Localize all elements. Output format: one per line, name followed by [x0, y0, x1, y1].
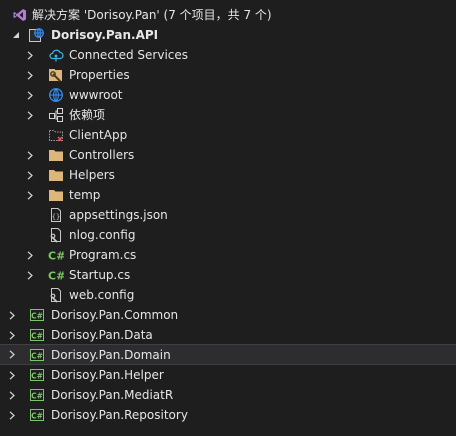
folder-icon [48, 167, 64, 183]
tree-item-label: Helpers [69, 168, 115, 182]
csharp-project-icon: C# [29, 347, 45, 363]
chevron-right-icon[interactable] [25, 110, 35, 120]
tree-item-nlog-config[interactable]: nlog.config [0, 225, 456, 245]
solution-explorer-tree: 解决方案 'Dorisoy.Pan' (7 个项目，共 7 个) Dorisoy… [0, 0, 456, 436]
chevron-right-icon[interactable] [25, 170, 35, 180]
csharp-file-icon: C# [48, 247, 64, 263]
svg-text:C#: C# [31, 411, 43, 420]
chevron-right-icon[interactable] [7, 410, 17, 420]
tree-item-label: nlog.config [69, 228, 136, 242]
tree-item-label: Properties [69, 68, 130, 82]
chevron-right-icon[interactable] [25, 190, 35, 200]
project-node-mediatr[interactable]: C# Dorisoy.Pan.MediatR [0, 385, 456, 405]
tree-item-label: Startup.cs [69, 268, 131, 282]
tree-item-label: temp [69, 188, 101, 202]
csharp-project-icon: C# [29, 387, 45, 403]
properties-wrench-icon [48, 67, 64, 83]
globe-icon [48, 87, 64, 103]
svg-text:C#: C# [31, 351, 43, 360]
project-node-repository[interactable]: C# Dorisoy.Pan.Repository [0, 405, 456, 425]
svg-text:{}: {} [52, 213, 60, 221]
json-file-icon: {} [48, 207, 64, 223]
folder-icon [48, 187, 64, 203]
tree-item-temp[interactable]: temp [0, 185, 456, 205]
csharp-project-icon: C# [29, 407, 45, 423]
chevron-right-icon[interactable] [25, 250, 35, 260]
project-label: Dorisoy.Pan.Repository [51, 408, 188, 422]
tree-item-label: wwwroot [69, 88, 123, 102]
tree-item-appsettings[interactable]: {} appsettings.json [0, 205, 456, 225]
tree-item-clientapp[interactable]: ClientApp [0, 125, 456, 145]
project-node-data[interactable]: C# Dorisoy.Pan.Data [0, 325, 456, 345]
tree-item-web-config[interactable]: web.config [0, 285, 456, 305]
chevron-right-icon[interactable] [25, 90, 35, 100]
project-node-helper[interactable]: C# Dorisoy.Pan.Helper [0, 365, 456, 385]
config-file-icon [48, 227, 64, 243]
config-file-icon [48, 287, 64, 303]
tree-item-label: 依赖项 [69, 108, 106, 122]
tree-item-label: Program.cs [69, 248, 137, 262]
tree-item-dependencies[interactable]: 依赖项 [0, 105, 456, 125]
missing-folder-icon [48, 127, 64, 143]
chevron-right-icon[interactable] [7, 370, 17, 380]
tree-item-label: appsettings.json [69, 208, 168, 222]
tree-item-label: ClientApp [69, 128, 128, 142]
project-node-domain[interactable]: C# Dorisoy.Pan.Domain [0, 344, 456, 365]
tree-item-properties[interactable]: Properties [0, 65, 456, 85]
tree-item-controllers[interactable]: Controllers [0, 145, 456, 165]
solution-node[interactable]: 解决方案 'Dorisoy.Pan' (7 个项目，共 7 个) [0, 5, 456, 25]
svg-text:C#: C# [48, 270, 64, 283]
svg-text:C#: C# [48, 250, 64, 263]
chevron-right-icon[interactable] [25, 70, 35, 80]
chevron-right-icon[interactable] [7, 390, 17, 400]
solution-icon [12, 7, 28, 23]
chevron-expanded-icon[interactable] [11, 30, 21, 40]
web-project-icon [28, 27, 44, 43]
project-label: Dorisoy.Pan.Data [51, 328, 153, 342]
svg-text:C#: C# [31, 331, 43, 340]
dependencies-icon [48, 107, 64, 123]
chevron-right-icon[interactable] [7, 330, 17, 340]
tree-item-wwwroot[interactable]: wwwroot [0, 85, 456, 105]
project-label-api: Dorisoy.Pan.API [51, 28, 159, 42]
project-node-api[interactable]: Dorisoy.Pan.API [0, 25, 456, 45]
project-label: Dorisoy.Pan.Helper [51, 368, 164, 382]
tree-item-label: web.config [69, 288, 135, 302]
chevron-right-icon[interactable] [7, 350, 17, 360]
project-node-common[interactable]: C# Dorisoy.Pan.Common [0, 305, 456, 325]
chevron-right-icon[interactable] [25, 50, 35, 60]
connected-services-icon [48, 47, 64, 63]
svg-text:C#: C# [31, 311, 43, 320]
chevron-right-icon[interactable] [25, 150, 35, 160]
tree-item-program-cs[interactable]: C# Program.cs [0, 245, 456, 265]
project-label: Dorisoy.Pan.Common [51, 308, 179, 322]
tree-item-startup-cs[interactable]: C# Startup.cs [0, 265, 456, 285]
chevron-right-icon[interactable] [25, 270, 35, 280]
csharp-project-icon: C# [29, 327, 45, 343]
tree-item-label: Controllers [69, 148, 135, 162]
csharp-project-icon: C# [29, 307, 45, 323]
project-label: Dorisoy.Pan.Domain [51, 347, 171, 362]
tree-item-connected-services[interactable]: Connected Services [0, 45, 456, 65]
tree-item-helpers[interactable]: Helpers [0, 165, 456, 185]
solution-label: 解决方案 'Dorisoy.Pan' (7 个项目，共 7 个) [32, 8, 272, 22]
tree-item-label: Connected Services [69, 48, 189, 62]
csharp-file-icon: C# [48, 267, 64, 283]
svg-text:C#: C# [31, 371, 43, 380]
svg-text:C#: C# [31, 391, 43, 400]
csharp-project-icon: C# [29, 367, 45, 383]
folder-icon [48, 147, 64, 163]
project-label: Dorisoy.Pan.MediatR [51, 388, 174, 402]
chevron-right-icon[interactable] [7, 310, 17, 320]
